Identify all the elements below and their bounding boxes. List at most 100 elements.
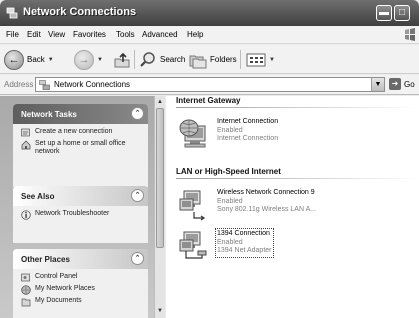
menu-edit[interactable]: Edit: [27, 30, 41, 39]
chevron-down-icon: ▼: [374, 81, 382, 88]
control-panel-icon: [21, 273, 30, 282]
folders-label: Folders: [210, 55, 237, 64]
address-label: Address: [4, 80, 34, 89]
back-dropdown-icon[interactable]: ▼: [48, 57, 54, 63]
collapse-icon[interactable]: ⌃: [131, 189, 144, 202]
other-places-header[interactable]: Other Places ⌃: [13, 249, 148, 269]
see-also-header[interactable]: See Also ⌃: [13, 186, 148, 206]
views-button[interactable]: ▼: [246, 49, 275, 70]
menu-tools[interactable]: Tools: [116, 30, 135, 39]
other-places-panel: Other Places ⌃ Control Panel My Network …: [13, 249, 148, 318]
maximize-button[interactable]: □: [394, 5, 410, 21]
folders-button[interactable]: Folders: [189, 49, 237, 70]
documents-icon: [21, 298, 31, 307]
menu-bar: File Edit View Favorites Tools Advanced …: [0, 26, 419, 44]
forward-button[interactable]: → ▼: [74, 49, 103, 70]
info-icon: [21, 210, 31, 220]
place-control-panel[interactable]: Control Panel: [21, 273, 142, 282]
wireless-connection-icon: [179, 190, 206, 221]
go-label: Go: [404, 79, 415, 89]
connection-text: 1394 Connection Enabled 1394 Net Adapter: [215, 228, 274, 258]
connection-name: Internet Connection: [217, 118, 279, 125]
forward-dropdown-icon[interactable]: ▼: [97, 57, 103, 63]
task-label: Network Troubleshooter: [35, 210, 110, 217]
up-folder-button[interactable]: [113, 49, 131, 70]
connection-text: Internet Connection Enabled Internet Con…: [217, 118, 278, 144]
collapse-icon[interactable]: ⌃: [131, 252, 144, 265]
place-label: My Documents: [35, 297, 82, 304]
scroll-down-icon[interactable]: ▼: [155, 306, 165, 316]
internet-gateway-icon: [179, 119, 206, 148]
group-divider: [176, 107, 419, 108]
task-home-network[interactable]: Set up a home or small office network: [21, 140, 142, 156]
task-network-troubleshooter[interactable]: Network Troubleshooter: [21, 210, 142, 220]
connection-name: Wireless Network Connection 9: [217, 189, 315, 196]
group-divider: [176, 178, 419, 179]
menu-view[interactable]: View: [48, 30, 65, 39]
connections-list: Internet Gateway Internet Connection Ena…: [166, 96, 419, 318]
connection-status: Enabled: [217, 238, 243, 246]
connection-device: 1394 Net Adapter: [217, 247, 272, 254]
window-title: Network Connections: [23, 6, 137, 18]
see-also-title: See Also: [21, 192, 55, 201]
menu-favorites[interactable]: Favorites: [73, 30, 106, 39]
connection-device: Sony 802.11g Wireless LAN A...: [217, 206, 317, 213]
back-arrow-icon: ←: [4, 49, 24, 70]
address-dropdown-button[interactable]: ▼: [371, 78, 384, 91]
home-network-icon: [21, 140, 31, 150]
other-places-title: Other Places: [21, 255, 70, 264]
minimize-button[interactable]: ▬: [376, 5, 392, 21]
menu-help[interactable]: Help: [187, 30, 203, 39]
search-button[interactable]: Search: [139, 49, 185, 70]
connection-device: Internet Connection: [217, 135, 279, 142]
task-create-connection[interactable]: Create a new connection: [21, 128, 142, 137]
up-folder-icon: [114, 52, 130, 67]
menu-advanced[interactable]: Advanced: [142, 30, 178, 39]
lan-connection-icon: [179, 231, 207, 259]
network-connections-icon: [6, 7, 18, 19]
maximize-icon: □: [398, 7, 406, 18]
network-tasks-title: Network Tasks: [21, 110, 77, 119]
back-label: Back: [27, 55, 45, 64]
title-bar[interactable]: Network Connections ▬ □: [0, 0, 419, 26]
place-label: My Network Places: [35, 285, 95, 292]
place-my-documents[interactable]: My Documents: [21, 297, 142, 307]
network-tasks-header[interactable]: Network Tasks ⌃: [13, 104, 148, 124]
search-label: Search: [160, 55, 186, 64]
new-connection-icon: [21, 128, 30, 137]
connection-wireless[interactable]: Wireless Network Connection 9 Enabled So…: [176, 187, 406, 227]
place-my-network-places[interactable]: My Network Places: [21, 285, 142, 295]
network-connections-small-icon: [39, 80, 50, 90]
address-field[interactable]: Network Connections ▼: [35, 77, 385, 92]
connection-name: 1394 Connection: [217, 230, 270, 237]
folders-icon: [189, 55, 207, 68]
network-places-icon: [21, 285, 31, 295]
see-also-panel: See Also ⌃ Network Troubleshooter: [13, 186, 148, 243]
task-pane-scrollbar[interactable]: ▲ ▼: [154, 96, 165, 318]
task-label: Set up a home or small office network: [35, 140, 126, 155]
place-label: Control Panel: [35, 273, 78, 280]
go-button[interactable]: ➜ Go: [389, 78, 415, 90]
connection-text: Wireless Network Connection 9 Enabled So…: [217, 189, 316, 215]
connection-status: Enabled: [217, 197, 243, 205]
menu-file[interactable]: File: [6, 30, 19, 39]
connection-internet[interactable]: Internet Connection Enabled Internet Con…: [176, 116, 406, 156]
group-header-lan: LAN or High-Speed Internet: [176, 167, 281, 176]
windows-logo-icon: [405, 28, 415, 41]
collapse-icon[interactable]: ⌃: [131, 107, 144, 120]
minimize-icon: ▬: [379, 7, 389, 18]
address-bar: Address Network Connections ▼ ➜ Go: [0, 75, 419, 95]
task-label: Create a new connection: [35, 128, 113, 135]
address-value: Network Connections: [54, 80, 131, 89]
toolbar: ← Back ▼ → ▼ Search Folders ▼: [0, 45, 419, 74]
back-button[interactable]: ← Back ▼: [4, 49, 54, 70]
scroll-thumb[interactable]: [156, 108, 164, 248]
views-icon: [246, 53, 266, 66]
connection-status: Enabled: [217, 126, 243, 134]
search-icon: [140, 51, 155, 67]
forward-arrow-icon: →: [74, 49, 94, 70]
views-dropdown-icon: ▼: [269, 56, 275, 63]
connection-1394[interactable]: 1394 Connection Enabled 1394 Net Adapter: [176, 228, 406, 268]
network-tasks-panel: Network Tasks ⌃ Create a new connection: [13, 104, 148, 187]
scroll-up-icon[interactable]: ▲: [155, 97, 165, 107]
